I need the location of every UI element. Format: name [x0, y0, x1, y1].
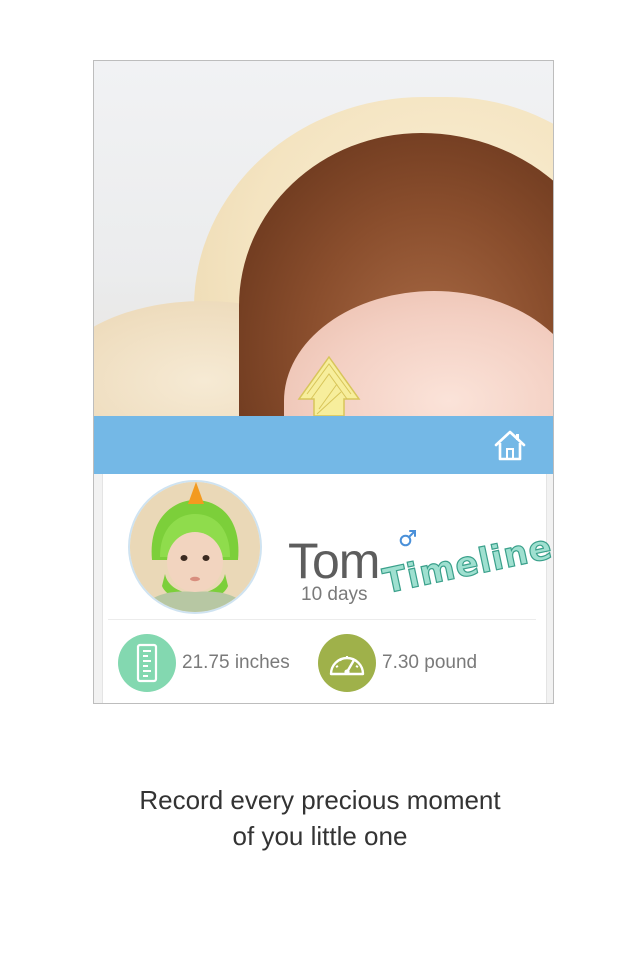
promo-caption: Record every precious moment of you litt…: [0, 782, 640, 854]
caption-line-2: of you little one: [232, 821, 408, 851]
screen: Tom 10 days Timeline 21.75 inches 7.30 p…: [0, 0, 640, 960]
scale-gauge-icon: [318, 634, 376, 692]
baby-age: 10 days: [301, 584, 368, 605]
home-icon[interactable]: [493, 429, 527, 463]
baby-avatar[interactable]: [128, 480, 262, 614]
weight-value: 7.30 pound: [382, 652, 478, 673]
male-symbol-icon: [399, 530, 416, 547]
scroll-up-arrow-icon[interactable]: [297, 354, 361, 416]
baby-name: Tom: [288, 533, 380, 589]
baby-avatar-photo: [130, 482, 260, 612]
card-divider: [108, 619, 536, 620]
ruler-icon: [118, 634, 176, 692]
height-value: 21.75 inches: [182, 652, 290, 673]
app-preview-frame: Tom 10 days Timeline 21.75 inches 7.30 p…: [93, 60, 554, 704]
caption-line-1: Record every precious moment: [139, 785, 501, 815]
weight-stat: 7.30 pound: [318, 633, 477, 693]
height-stat: 21.75 inches: [118, 633, 290, 693]
profile-card: Tom 10 days Timeline 21.75 inches 7.30 p…: [102, 474, 553, 703]
header-bar: [94, 416, 553, 474]
cover-photo: [94, 61, 553, 416]
